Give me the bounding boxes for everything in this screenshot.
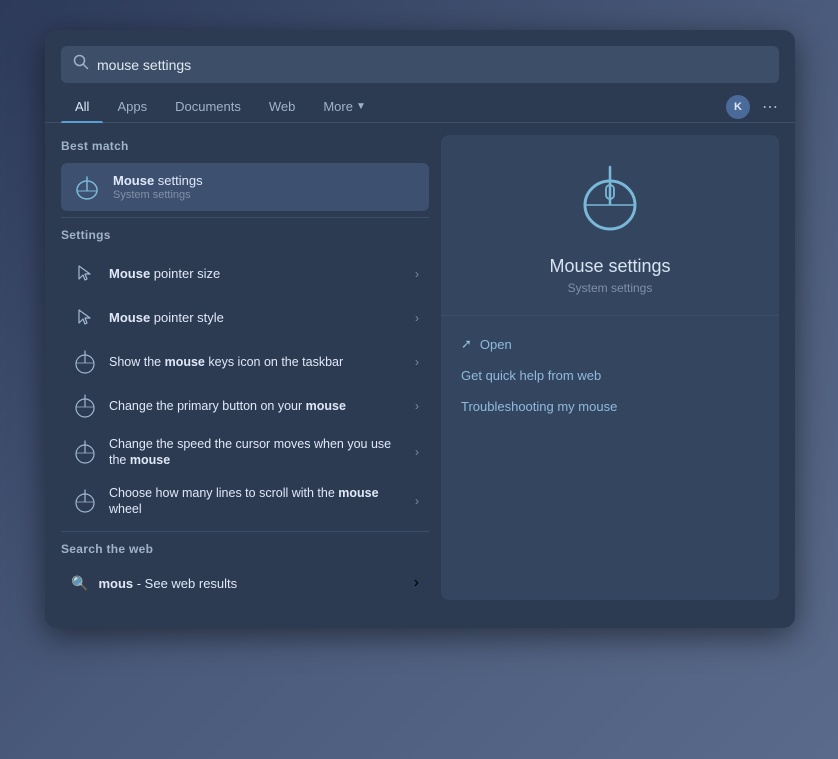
web-search-item[interactable]: 🔍 mous - See web results › xyxy=(61,566,429,600)
item-text: Show the mouse keys icon on the taskbar xyxy=(109,354,405,370)
best-match-item[interactable]: Mouse settings System settings xyxy=(61,163,429,211)
tab-more[interactable]: More ▼ xyxy=(309,91,380,122)
tab-web[interactable]: Web xyxy=(255,91,310,122)
item-text: Mouse pointer size xyxy=(109,266,405,283)
chevron-right-icon: › xyxy=(415,399,419,413)
right-divider xyxy=(441,315,779,316)
left-panel: Best match Mouse settings System setting… xyxy=(61,135,441,600)
mouse-large-icon xyxy=(582,163,638,240)
search-web-label: Search the web xyxy=(61,538,429,560)
mouse-pointer-style-icon xyxy=(71,304,99,332)
chevron-right-icon: › xyxy=(415,311,419,325)
item-text: Change the primary button on your mouse xyxy=(109,398,405,414)
tab-documents[interactable]: Documents xyxy=(161,91,255,122)
list-item[interactable]: Mouse pointer style › xyxy=(61,296,429,340)
search-window: All Apps Documents Web More ▼ K ⋯ Best m… xyxy=(45,30,795,628)
mouse-scroll-icon xyxy=(71,487,99,515)
search-web-icon: 🔍 xyxy=(71,575,88,592)
web-search-text: mous - See web results xyxy=(98,576,403,591)
open-icon: ➚ xyxy=(461,336,472,352)
tab-all[interactable]: All xyxy=(61,91,103,122)
search-bar xyxy=(61,46,779,83)
troubleshooting-link[interactable]: Troubleshooting my mouse xyxy=(461,391,759,422)
mouse-keys-icon xyxy=(71,348,99,376)
best-match-label: Best match xyxy=(61,135,429,157)
tab-apps[interactable]: Apps xyxy=(103,91,161,122)
best-match-text: Mouse settings System settings xyxy=(113,173,419,202)
item-title: Change the primary button on your mouse xyxy=(109,398,405,414)
mouse-settings-icon xyxy=(71,171,103,203)
right-actions: ➚ Open Get quick help from web Troublesh… xyxy=(441,320,779,430)
more-options-button[interactable]: ⋯ xyxy=(762,97,779,117)
right-panel: Mouse settings System settings ➚ Open Ge… xyxy=(441,135,779,600)
item-title: Show the mouse keys icon on the taskbar xyxy=(109,354,405,370)
settings-label: Settings xyxy=(61,224,429,246)
right-panel-title: Mouse settings xyxy=(549,256,670,277)
list-item[interactable]: Choose how many lines to scroll with the… xyxy=(61,477,429,526)
item-title: Choose how many lines to scroll with the… xyxy=(109,485,405,518)
list-item[interactable]: Mouse pointer size › xyxy=(61,252,429,296)
list-item[interactable]: Show the mouse keys icon on the taskbar … xyxy=(61,340,429,384)
search-icon xyxy=(73,54,89,75)
mouse-primary-button-icon xyxy=(71,392,99,420)
nav-tabs: All Apps Documents Web More ▼ K ⋯ xyxy=(45,83,795,123)
mouse-pointer-icon xyxy=(71,260,99,288)
chevron-right-icon: › xyxy=(415,267,419,281)
list-item[interactable]: Change the speed the cursor moves when y… xyxy=(61,428,429,477)
divider-1 xyxy=(61,217,429,218)
open-link[interactable]: ➚ Open xyxy=(461,328,759,360)
divider-2 xyxy=(61,531,429,532)
avatar[interactable]: K xyxy=(726,95,750,119)
item-title: Change the speed the cursor moves when y… xyxy=(109,436,405,469)
mouse-cursor-speed-icon xyxy=(71,438,99,466)
chevron-right-icon: › xyxy=(415,355,419,369)
chevron-right-icon: › xyxy=(415,494,419,508)
item-title: Mouse pointer size xyxy=(109,266,405,283)
search-input[interactable] xyxy=(97,57,767,73)
right-header: Mouse settings System settings xyxy=(441,135,779,311)
chevron-right-icon: › xyxy=(414,574,419,592)
list-item[interactable]: Change the primary button on your mouse … xyxy=(61,384,429,428)
item-text: Mouse pointer style xyxy=(109,310,405,327)
best-match-title: Mouse settings xyxy=(113,173,419,190)
chevron-right-icon: › xyxy=(415,445,419,459)
item-title: Mouse pointer style xyxy=(109,310,405,327)
main-content: Best match Mouse settings System setting… xyxy=(45,123,795,612)
right-panel-subtitle: System settings xyxy=(568,281,653,295)
best-match-subtitle: System settings xyxy=(113,189,419,201)
item-text: Choose how many lines to scroll with the… xyxy=(109,485,405,518)
nav-right: K ⋯ xyxy=(726,95,779,119)
chevron-down-icon: ▼ xyxy=(356,101,366,112)
quick-help-link[interactable]: Get quick help from web xyxy=(461,360,759,391)
item-text: Change the speed the cursor moves when y… xyxy=(109,436,405,469)
